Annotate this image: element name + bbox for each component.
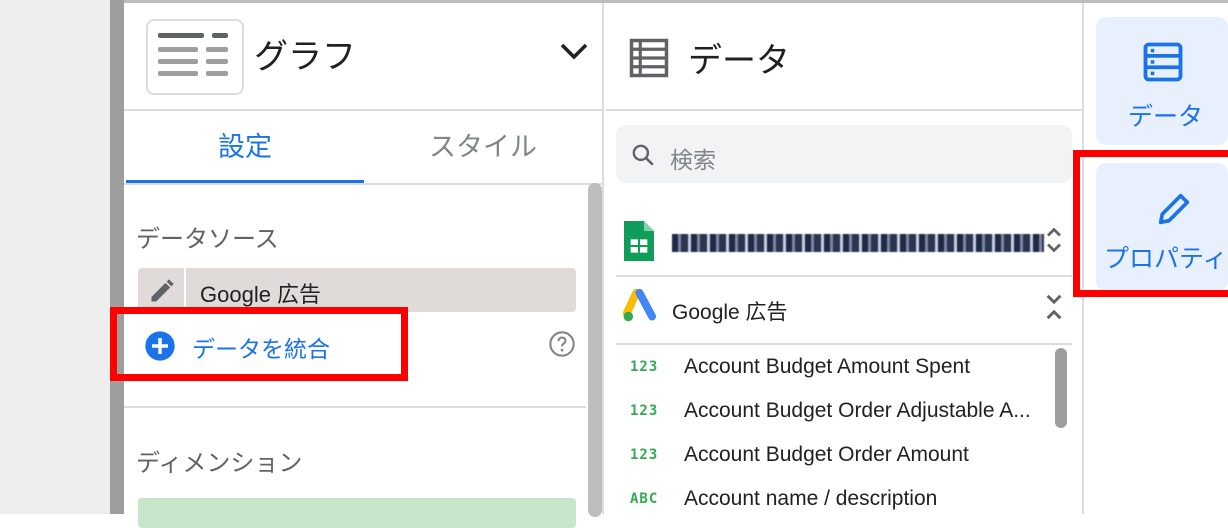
tab-style[interactable]: スタイル — [364, 111, 602, 183]
pencil-icon — [151, 279, 174, 302]
data-panel-toggle[interactable]: データ — [1096, 17, 1228, 145]
tab-settings[interactable]: 設定 — [126, 111, 364, 183]
data-source-row[interactable]: Google 広告 — [616, 275, 1072, 343]
search-icon — [632, 144, 654, 166]
data-table-icon — [1143, 42, 1183, 82]
field-name: Account Budget Order Adjustable A... — [684, 399, 1031, 422]
dimension-heading: ディメンション — [136, 450, 303, 477]
field-name: Account Budget Order Amount — [684, 443, 969, 466]
properties-scrollbar[interactable] — [588, 183, 602, 517]
search-field[interactable]: 検索 — [616, 125, 1072, 183]
redacted-source-name — [672, 234, 1044, 252]
number-type-icon: 123 — [630, 359, 659, 375]
rail-data-label: データ — [1128, 103, 1204, 131]
expand-collapse-icon[interactable] — [1044, 225, 1064, 255]
highlight-box-properties — [1073, 150, 1228, 297]
search-placeholder: 検索 — [670, 147, 716, 173]
number-type-icon: 123 — [630, 403, 659, 419]
google-ads-icon — [622, 289, 657, 322]
canvas-gutter — [0, 0, 110, 514]
data-source-name: Google 広告 — [672, 301, 788, 324]
field-item[interactable]: 123 Account Budget Order Amount — [624, 435, 1064, 479]
data-panel-title: データ — [688, 42, 790, 80]
data-source-heading: データソース — [136, 226, 279, 253]
edit-data-source-button[interactable] — [138, 268, 186, 312]
divider — [616, 343, 1072, 345]
data-source-row[interactable] — [616, 207, 1072, 275]
chevron-down-icon[interactable] — [556, 33, 592, 69]
data-source-chip[interactable]: Google 広告 — [138, 268, 576, 312]
dimension-chip[interactable] — [138, 498, 576, 528]
number-type-icon: 123 — [630, 447, 659, 463]
divider — [124, 406, 586, 408]
chart-type-title: グラフ — [254, 38, 356, 76]
chart-type-thumbnail[interactable] — [146, 19, 244, 95]
sheets-icon — [624, 221, 654, 261]
divider — [606, 109, 1084, 111]
data-source-name: Google 広告 — [200, 282, 322, 307]
field-name: Account Budget Amount Spent — [684, 355, 971, 378]
text-type-icon: ABC — [630, 491, 659, 507]
table-icon — [629, 38, 669, 78]
data-panel: データ 検索 Google 広告 123 Account Budget Amou… — [606, 3, 1084, 514]
divider — [124, 183, 604, 185]
field-item[interactable]: ABC Account name / description — [624, 479, 1064, 523]
highlight-box-blend — [110, 307, 408, 381]
field-item[interactable]: 123 Account Budget Amount Spent — [624, 347, 1064, 391]
field-item[interactable]: 123 Account Budget Order Adjustable A... — [624, 391, 1064, 435]
panel-resize-handle[interactable] — [110, 0, 124, 514]
data-panel-scrollbar[interactable] — [1055, 348, 1067, 428]
help-icon[interactable] — [548, 330, 576, 358]
collapse-icon[interactable] — [1044, 291, 1064, 323]
field-name: Account name / description — [684, 487, 938, 510]
properties-panel: グラフ 設定 スタイル データソース Google 広告 データを統合 ディメン… — [124, 3, 604, 528]
